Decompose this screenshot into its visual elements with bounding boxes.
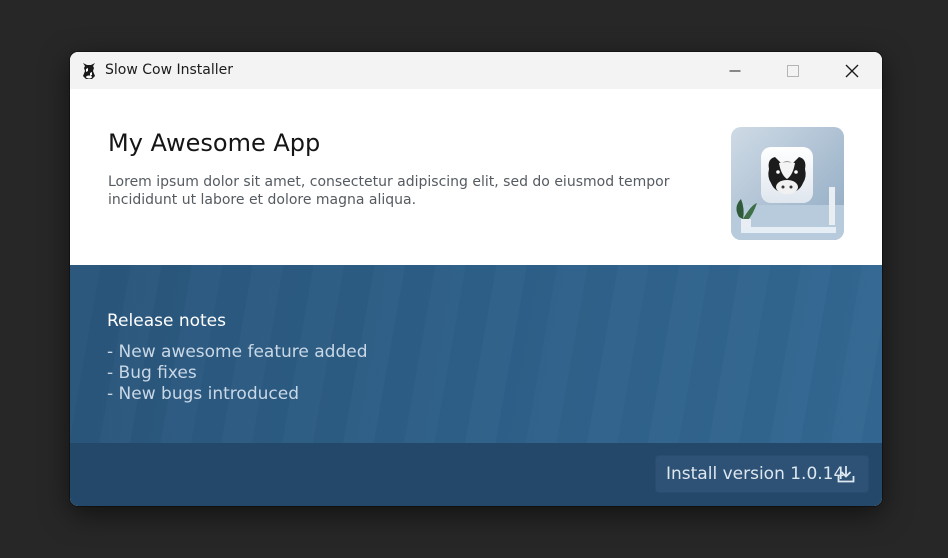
download-icon	[837, 466, 855, 483]
close-button[interactable]	[829, 52, 875, 89]
release-notes-heading: Release notes	[107, 311, 226, 331]
cow-icon	[83, 63, 95, 79]
maximize-icon	[787, 64, 799, 77]
title-bar[interactable]: Slow Cow Installer	[70, 52, 882, 89]
release-notes-panel: Release notes - New awesome feature adde…	[70, 265, 882, 443]
install-button[interactable]: Install version 1.0.14	[655, 455, 869, 493]
minimize-button[interactable]	[712, 52, 758, 89]
installer-window: Slow Cow Installer My Awesome App Lorem …	[70, 52, 882, 506]
minimize-icon	[729, 70, 741, 71]
install-button-label: Install version 1.0.14	[666, 464, 845, 484]
release-note-item: - New bugs introduced	[107, 384, 299, 404]
app-title: My Awesome App	[108, 129, 321, 157]
app-header: My Awesome App Lorem ipsum dolor sit ame…	[70, 89, 882, 265]
footer-bar: Install version 1.0.14	[70, 443, 882, 506]
window-title: Slow Cow Installer	[105, 62, 233, 78]
app-description: Lorem ipsum dolor sit amet, consectetur …	[108, 174, 670, 208]
close-icon	[845, 64, 859, 77]
app-logo-icon	[731, 127, 844, 240]
maximize-button[interactable]	[770, 52, 816, 89]
desktop-background: Slow Cow Installer My Awesome App Lorem …	[0, 0, 948, 558]
release-note-item: - Bug fixes	[107, 363, 197, 383]
release-notes-list: - New awesome feature added - Bug fixes …	[107, 342, 368, 405]
release-note-item: - New awesome feature added	[107, 342, 368, 362]
